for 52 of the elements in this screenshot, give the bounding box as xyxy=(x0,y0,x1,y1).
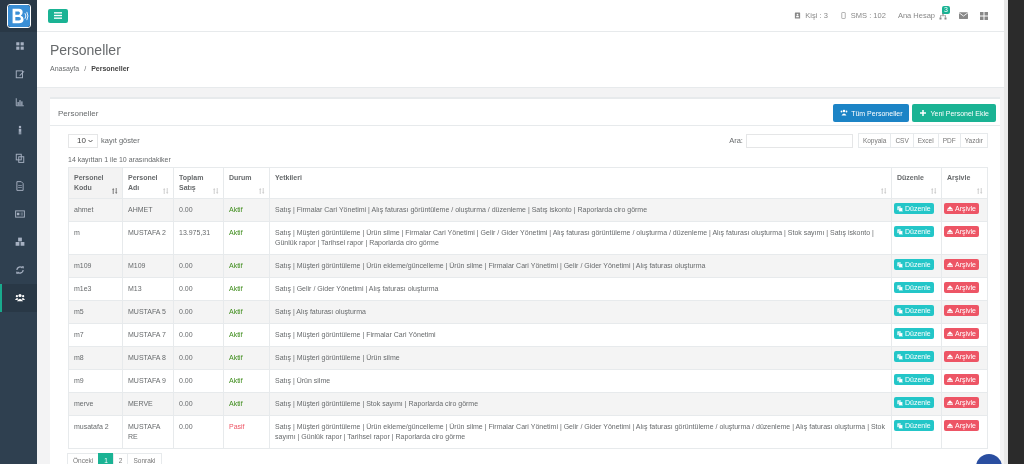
copy-icon xyxy=(897,422,903,429)
menu-icon xyxy=(54,12,62,19)
plus-icon xyxy=(919,109,928,117)
sidebar-item[interactable] xyxy=(0,284,37,312)
eject-icon xyxy=(947,377,953,382)
copy-icon xyxy=(897,284,903,291)
eject-icon xyxy=(947,262,953,267)
eject-icon xyxy=(947,331,953,336)
contact-icon xyxy=(794,12,802,19)
logo-icon[interactable] xyxy=(0,0,37,32)
edit-icon xyxy=(14,69,25,79)
copy-icon xyxy=(897,228,903,235)
eject-icon xyxy=(947,423,953,428)
copy-icon xyxy=(897,376,903,383)
search-field[interactable] xyxy=(745,133,853,148)
copy-icon xyxy=(897,330,903,337)
eject-icon xyxy=(947,229,953,234)
users-icon xyxy=(840,109,849,117)
eject-icon xyxy=(947,206,953,211)
sort-icon xyxy=(259,188,265,194)
eject-icon xyxy=(947,400,953,405)
card-icon xyxy=(14,209,25,219)
copy-icon xyxy=(897,399,903,406)
sort-icon xyxy=(881,188,887,194)
copy-icon xyxy=(14,153,25,163)
scrollbar[interactable] xyxy=(1004,0,1024,464)
copy-icon xyxy=(897,261,903,268)
phone-icon xyxy=(839,12,847,19)
page-title: Personeller xyxy=(50,42,122,58)
card-title: Personeller xyxy=(58,108,99,118)
refresh-icon xyxy=(14,265,25,275)
sort-icon xyxy=(112,188,118,194)
users-icon xyxy=(14,293,25,303)
eject-icon xyxy=(947,285,953,290)
grid-icon xyxy=(14,41,25,51)
menu-button[interactable] xyxy=(48,8,68,23)
copy-icon xyxy=(897,307,903,314)
mail-icon[interactable] xyxy=(959,12,968,19)
copy-icon xyxy=(897,205,903,212)
chart-icon xyxy=(14,97,25,107)
page-size-select[interactable]: 10 xyxy=(68,133,98,148)
eject-icon xyxy=(947,354,953,359)
sort-icon xyxy=(163,188,169,194)
copy-icon xyxy=(897,353,903,360)
sort-icon xyxy=(931,188,937,194)
sort-icon xyxy=(213,188,219,194)
grid-icon[interactable] xyxy=(980,11,988,20)
sort-icon xyxy=(977,188,983,194)
chevron-down-icon xyxy=(88,138,93,143)
eject-icon xyxy=(947,308,953,313)
file-icon xyxy=(14,181,25,191)
cubes-icon xyxy=(14,237,25,247)
